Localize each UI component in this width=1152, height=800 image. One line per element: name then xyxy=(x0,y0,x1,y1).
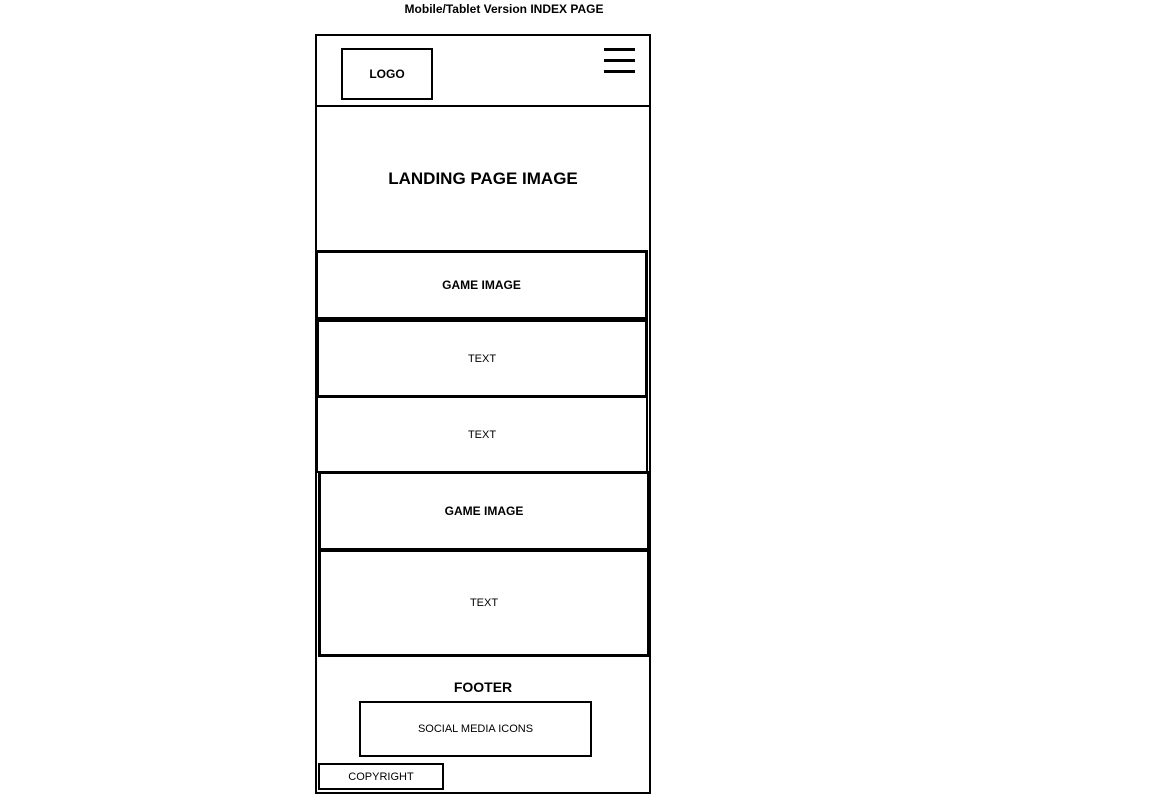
game-image-box: GAME IMAGE xyxy=(318,471,650,551)
text-box: TEXT xyxy=(316,396,648,473)
logo-box: LOGO xyxy=(341,48,433,100)
game-image-label: GAME IMAGE xyxy=(444,504,524,518)
diagram-title: Mobile/Tablet Version INDEX PAGE xyxy=(404,2,604,16)
footer-label: FOOTER xyxy=(453,679,513,695)
hamburger-menu-icon[interactable] xyxy=(604,48,635,74)
logo-label: LOGO xyxy=(369,67,405,81)
game-image-box: GAME IMAGE xyxy=(315,250,648,320)
copyright-box: COPYRIGHT xyxy=(318,763,444,790)
text-label: TEXT xyxy=(467,428,497,441)
social-media-icons-label: SOCIAL MEDIA ICONS xyxy=(417,723,534,735)
game-image-label: GAME IMAGE xyxy=(442,278,521,292)
text-box: TEXT xyxy=(318,549,650,657)
text-label: TEXT xyxy=(469,597,499,609)
copyright-label: COPYRIGHT xyxy=(348,770,414,783)
landing-image-region: LANDING PAGE IMAGE xyxy=(317,107,649,250)
social-media-icons-box: SOCIAL MEDIA ICONS xyxy=(359,701,592,757)
landing-image-label: LANDING PAGE IMAGE xyxy=(388,168,578,188)
text-box: TEXT xyxy=(316,319,648,398)
text-label: TEXT xyxy=(467,352,497,365)
